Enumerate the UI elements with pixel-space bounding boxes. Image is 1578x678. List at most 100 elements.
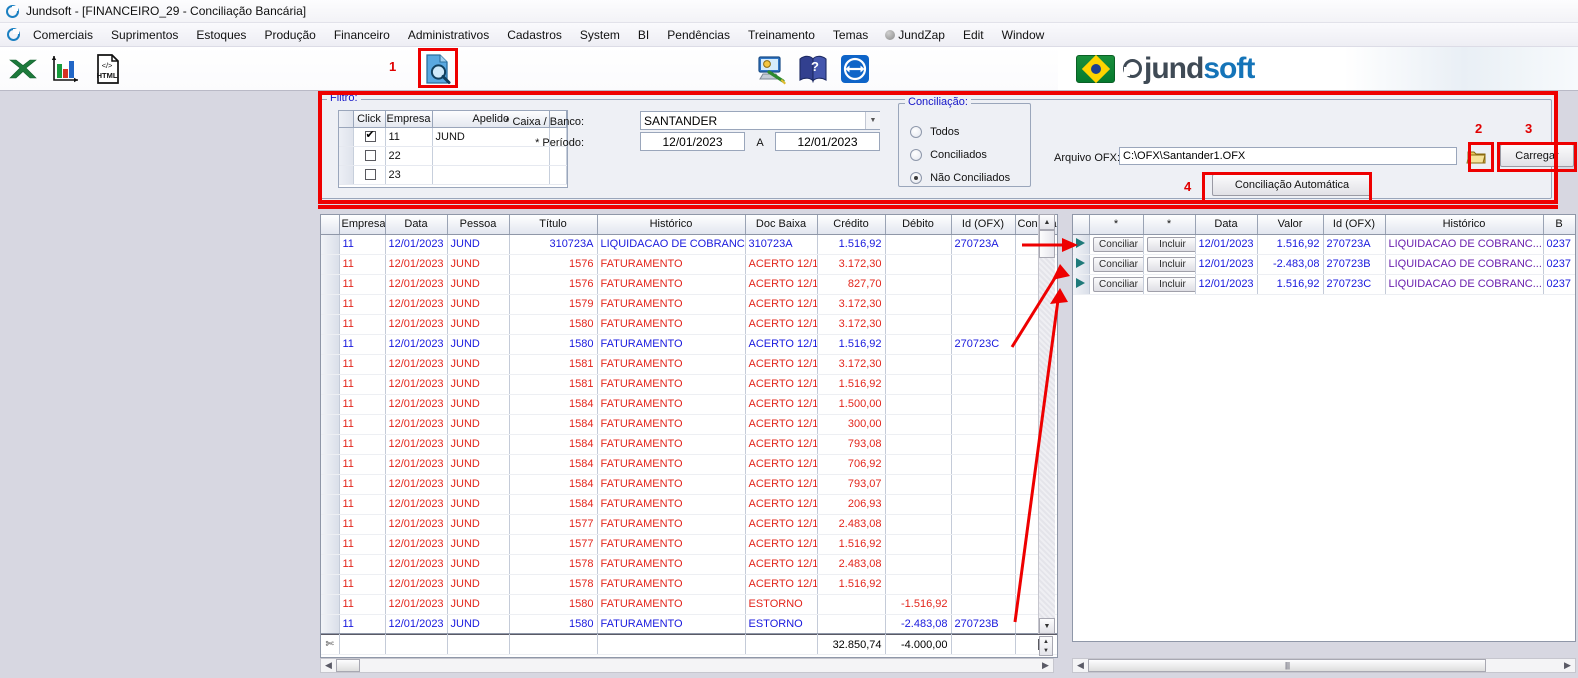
left-grid-scroll-track[interactable] [1039,230,1055,618]
periodo-ate-input[interactable]: 12/01/2023 [775,132,880,151]
table-row[interactable]: 11 12/01/2023 JUND 1576 FATURAMENTO ACERTO 12… [321,274,1057,295]
conciliar-button[interactable]: Conciliar [1092,276,1142,292]
left-hscroll-right-arrow[interactable]: ▶ [1038,659,1053,672]
left-grid-col-debito[interactable]: Débito [885,215,952,235]
left-grid-scroll-thumb[interactable] [1039,230,1055,258]
right-ofx-grid[interactable]: * * Data Valor Id (OFX) Histórico B Conc… [1072,214,1576,642]
left-row-selector[interactable] [321,234,340,255]
left-row-selector[interactable] [321,314,340,335]
menu-item-financeiro[interactable]: Financeiro [325,26,399,44]
right-grid-col-conciliar[interactable]: * [1089,215,1144,235]
browse-ofx-button[interactable] [1466,147,1487,166]
empgrid-checkbox-cell[interactable] [353,146,386,166]
left-row-selector[interactable] [321,254,340,275]
left-row-selector[interactable] [321,274,340,295]
left-grid-col-historico[interactable]: Histórico [597,215,746,235]
right-hscroll-right-arrow[interactable]: ▶ [1560,659,1575,672]
caixa-banco-input[interactable]: SANTANDER [640,111,880,130]
menu-item-system[interactable]: System [571,26,629,44]
menu-item-administrativos[interactable]: Administrativos [399,26,498,44]
right-row-marker[interactable] [1073,234,1090,255]
left-row-selector[interactable] [321,294,340,315]
radio-option-conciliados[interactable]: Conciliados [910,149,987,162]
table-row[interactable]: 11 12/01/2023 JUND 1584 FATURAMENTO ACERTO 12… [321,474,1057,495]
right-row-marker[interactable] [1073,254,1090,275]
left-transactions-grid[interactable]: Empresa Data Pessoa Título Histórico Doc… [320,214,1058,634]
menu-item-treinamento[interactable]: Treinamento [739,26,824,44]
left-row-selector[interactable] [321,374,340,395]
left-grid-vscrollbar[interactable]: ▲ ▼ [1038,214,1055,634]
left-row-selector[interactable] [321,554,340,575]
table-row[interactable]: Conciliar Incluir 12/01/2023 1.516,92 270723… [1073,274,1575,295]
left-hscroll-left-arrow[interactable]: ◀ [321,659,336,672]
right-grid-col-idofx[interactable]: Id (OFX) [1323,215,1386,235]
left-row-selector[interactable] [321,414,340,435]
left-grid-hscrollbar[interactable]: ◀ ▶ [320,658,1054,673]
radio-option-nao-conciliados[interactable]: Não Conciliados [910,172,1010,185]
table-row[interactable]: 11 12/01/2023 JUND 1576 FATURAMENTO ACERTO 12… [321,254,1057,275]
incluir-cell[interactable]: Incluir [1143,254,1196,275]
table-row[interactable]: 11 12/01/2023 JUND 1584 FATURAMENTO ACERTO 12… [321,494,1057,515]
radio-nao-conciliados-icon[interactable] [910,172,922,185]
menu-item-estoques[interactable]: Estoques [187,26,255,44]
left-grid-col-empresa[interactable]: Empresa [339,215,386,235]
empgrid-checkbox-cell[interactable] [353,165,386,185]
table-row[interactable]: 11 12/01/2023 JUND 1578 FATURAMENTO ACERTO 12… [321,554,1057,575]
incluir-button[interactable]: Incluir [1146,256,1194,272]
table-row[interactable]: 11 12/01/2023 JUND 1584 FATURAMENTO ACERTO 12… [321,434,1057,455]
search-document-icon[interactable] [420,52,454,86]
remote-support-icon[interactable] [754,52,788,86]
excel-export-icon[interactable] [6,52,40,86]
table-row[interactable]: Conciliar Incluir 12/01/2023 -2.483,08 27072… [1073,254,1575,275]
table-row[interactable]: 11 12/01/2023 JUND 310723A LIQUIDACAO DE COB… [321,234,1057,255]
left-row-selector[interactable] [321,474,340,495]
incluir-cell[interactable]: Incluir [1143,274,1196,295]
menu-item-edit[interactable]: Edit [954,26,993,44]
company-checkbox-22[interactable] [364,150,376,162]
menu-item-suprimentos[interactable]: Suprimentos [102,26,187,44]
left-grid-col-idofx[interactable]: Id (OFX) [951,215,1016,235]
menu-item-temas[interactable]: Temas [824,26,877,44]
left-row-selector[interactable] [321,494,340,515]
left-grid-col-credito[interactable]: Crédito [817,215,886,235]
table-row[interactable]: 11 12/01/2023 JUND 1580 FATURAMENTO ESTORNO -1… [321,594,1057,615]
right-hscroll-thumb[interactable]: |||| [1088,659,1486,672]
left-grid-scroll-down[interactable]: ▼ [1039,618,1055,634]
radio-conciliados-icon[interactable] [910,149,922,162]
menu-app-icon[interactable] [7,28,20,41]
table-row[interactable]: 11 12/01/2023 JUND 1580 FATURAMENTO ESTORNO -2… [321,614,1057,633]
right-grid-hscrollbar[interactable]: ◀ |||| ▶ [1072,658,1576,673]
table-row[interactable]: 23 [339,165,567,185]
incluir-button[interactable]: Incluir [1146,236,1194,252]
caixa-banco-dropdown-arrow[interactable]: ▼ [865,112,880,129]
conciliar-button[interactable]: Conciliar [1092,256,1142,272]
menu-item-window[interactable]: Window [993,26,1054,44]
left-grid-scroll-up[interactable]: ▲ [1039,214,1055,230]
conciliar-cell[interactable]: Conciliar [1089,254,1144,275]
menu-item-jundzap[interactable]: JundZap [898,26,954,44]
spinner-down[interactable]: ▼ [1040,646,1052,655]
company-checkbox-11[interactable] [364,128,376,143]
left-grid-col-data[interactable]: Data [385,215,448,235]
left-hscroll-thumb[interactable] [336,659,360,672]
radio-option-todos[interactable]: Todos [910,126,959,139]
table-row[interactable]: 11 12/01/2023 JUND 1578 FATURAMENTO ACERTO 12… [321,574,1057,595]
left-row-selector[interactable] [321,594,340,615]
table-row[interactable]: 11 12/01/2023 JUND 1579 FATURAMENTO ACERTO 12… [321,294,1057,315]
table-row[interactable]: 11 12/01/2023 JUND 1584 FATURAMENTO ACERTO 12… [321,414,1057,435]
radio-todos-icon[interactable] [910,126,922,139]
conciliar-button[interactable]: Conciliar [1092,236,1142,252]
arquivo-ofx-input[interactable]: C:\OFX\Santander1.OFX [1119,147,1457,165]
right-grid-col-data[interactable]: Data [1195,215,1258,235]
chart-report-icon[interactable] [48,52,82,86]
left-row-selector[interactable] [321,454,340,475]
left-grid-col-docbaixa[interactable]: Doc Baixa [745,215,818,235]
table-row[interactable]: 11 12/01/2023 JUND 1584 FATURAMENTO ACERTO 12… [321,394,1057,415]
right-grid-col-valor[interactable]: Valor [1257,215,1324,235]
left-grid-col-pessoa[interactable]: Pessoa [447,215,510,235]
left-row-selector[interactable] [321,334,340,355]
html-export-icon[interactable]: </> HTML [90,52,124,86]
left-row-selector[interactable] [321,514,340,535]
left-row-selector[interactable] [321,434,340,455]
conciliar-cell[interactable]: Conciliar [1089,234,1144,255]
